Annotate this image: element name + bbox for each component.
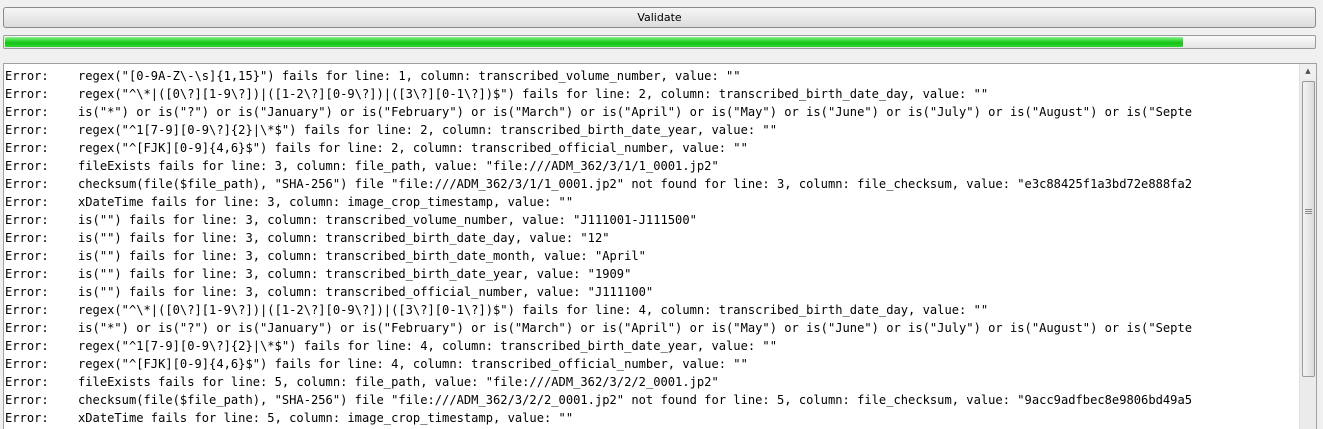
- log-line: Error: fileExists fails for line: 3, colu…: [5, 157, 1300, 175]
- log-message: regex("^\*|([0\?][1-9\?])|([1-2\?][0-9\?…: [78, 87, 989, 101]
- log-level: Error:: [5, 213, 49, 227]
- log-level: Error:: [5, 249, 49, 263]
- log-level: Error:: [5, 123, 49, 137]
- log-message: is("") fails for line: 3, column: transc…: [78, 231, 610, 245]
- log-line: Error: regex("^\*|([0\?][1-9\?])|([1-2\?]…: [5, 301, 1300, 319]
- log-message: is("") fails for line: 3, column: transc…: [78, 213, 697, 227]
- log-message: is("*") or is("?") or is("January") or i…: [78, 321, 1193, 335]
- progress-fill: [5, 37, 1183, 47]
- log-level: Error:: [5, 357, 49, 371]
- scroll-up-button[interactable]: ▲: [1300, 64, 1316, 79]
- log-line: Error: checksum(file($file_path), "SHA-25…: [5, 175, 1300, 193]
- log-message: regex("^1[7-9][0-9\?]{2}|\*$") fails for…: [78, 123, 777, 137]
- log-level: Error:: [5, 285, 49, 299]
- log-message: checksum(file($file_path), "SHA-256") fi…: [78, 393, 1193, 407]
- log-message: fileExists fails for line: 3, column: fi…: [78, 159, 719, 173]
- log-line: Error: is("*") or is("?") or is("January"…: [5, 103, 1300, 121]
- log-level: Error:: [5, 105, 49, 119]
- log-level: Error:: [5, 303, 49, 317]
- scroll-thumb[interactable]: [1302, 81, 1315, 377]
- validation-log[interactable]: Error: regex("[0-9A-Z\-\s]{1,15}") fails …: [3, 63, 1317, 429]
- log-line: Error: checksum(file($file_path), "SHA-25…: [5, 391, 1300, 409]
- log-level: Error:: [5, 267, 49, 281]
- grip-icon: [1305, 209, 1312, 215]
- log-level: Error:: [5, 69, 49, 83]
- log-level: Error:: [5, 411, 49, 425]
- up-arrow-icon: ▲: [1305, 67, 1311, 75]
- log-message: xDateTime fails for line: 5, column: ima…: [78, 411, 574, 425]
- log-line: Error: is("") fails for line: 3, column: …: [5, 265, 1300, 283]
- log-line: Error: is("") fails for line: 3, column: …: [5, 211, 1300, 229]
- log-message: regex("^[FJK][0-9]{4,6}$") fails for lin…: [78, 141, 748, 155]
- log-line: Error: is("") fails for line: 3, column: …: [5, 247, 1300, 265]
- log-line: Error: is("*") or is("?") or is("January"…: [5, 319, 1300, 337]
- log-message: checksum(file($file_path), "SHA-256") fi…: [78, 177, 1193, 191]
- log-level: Error:: [5, 177, 49, 191]
- log-line: Error: regex("[0-9A-Z\-\s]{1,15}") fails …: [5, 67, 1300, 85]
- log-message: is("") fails for line: 3, column: transc…: [78, 249, 646, 263]
- log-line: Error: regex("^1[7-9][0-9\?]{2}|\*$") fai…: [5, 121, 1300, 139]
- log-line: Error: is("") fails for line: 3, column: …: [5, 229, 1300, 247]
- log-level: Error:: [5, 141, 49, 155]
- log-message: xDateTime fails for line: 3, column: ima…: [78, 195, 574, 209]
- log-message: regex("^1[7-9][0-9\?]{2}|\*$") fails for…: [78, 339, 777, 353]
- log-line: Error: regex("^1[7-9][0-9\?]{2}|\*$") fai…: [5, 337, 1300, 355]
- log-message: is("") fails for line: 3, column: transc…: [78, 267, 632, 281]
- log-line: Error: regex("^[FJK][0-9]{4,6}$") fails f…: [5, 139, 1300, 157]
- log-message: regex("^[FJK][0-9]{4,6}$") fails for lin…: [78, 357, 748, 371]
- validator-window: Validate Error: regex("[0-9A-Z\-\s]{1,15}…: [0, 0, 1323, 429]
- log-level: Error:: [5, 393, 49, 407]
- log-level: Error:: [5, 339, 49, 353]
- log-message: is("") fails for line: 3, column: transc…: [78, 285, 654, 299]
- log-level: Error:: [5, 231, 49, 245]
- log-line: Error: regex("^[FJK][0-9]{4,6}$") fails f…: [5, 355, 1300, 373]
- log-level: Error:: [5, 159, 49, 173]
- log-message: is("*") or is("?") or is("January") or i…: [78, 105, 1193, 119]
- log-level: Error:: [5, 375, 49, 389]
- log-line: Error: regex("^\*|([0\?][1-9\?])|([1-2\?]…: [5, 85, 1300, 103]
- log-line: Error: fileExists fails for line: 5, colu…: [5, 373, 1300, 391]
- log-message: regex("^\*|([0\?][1-9\?])|([1-2\?][0-9\?…: [78, 303, 989, 317]
- log-line: Error: is("") fails for line: 3, column: …: [5, 283, 1300, 301]
- validation-progress-bar: [3, 35, 1316, 49]
- log-line: Error: xDateTime fails for line: 5, colum…: [5, 409, 1300, 427]
- log-message: regex("[0-9A-Z\-\s]{1,15}") fails for li…: [78, 69, 741, 83]
- log-message: fileExists fails for line: 5, column: fi…: [78, 375, 719, 389]
- log-level: Error:: [5, 321, 49, 335]
- log-level: Error:: [5, 87, 49, 101]
- log-line: Error: xDateTime fails for line: 3, colum…: [5, 193, 1300, 211]
- log-lines: Error: regex("[0-9A-Z\-\s]{1,15}") fails …: [5, 67, 1300, 429]
- validate-button[interactable]: Validate: [3, 7, 1316, 28]
- log-level: Error:: [5, 195, 49, 209]
- vertical-scrollbar[interactable]: ▲: [1299, 64, 1316, 429]
